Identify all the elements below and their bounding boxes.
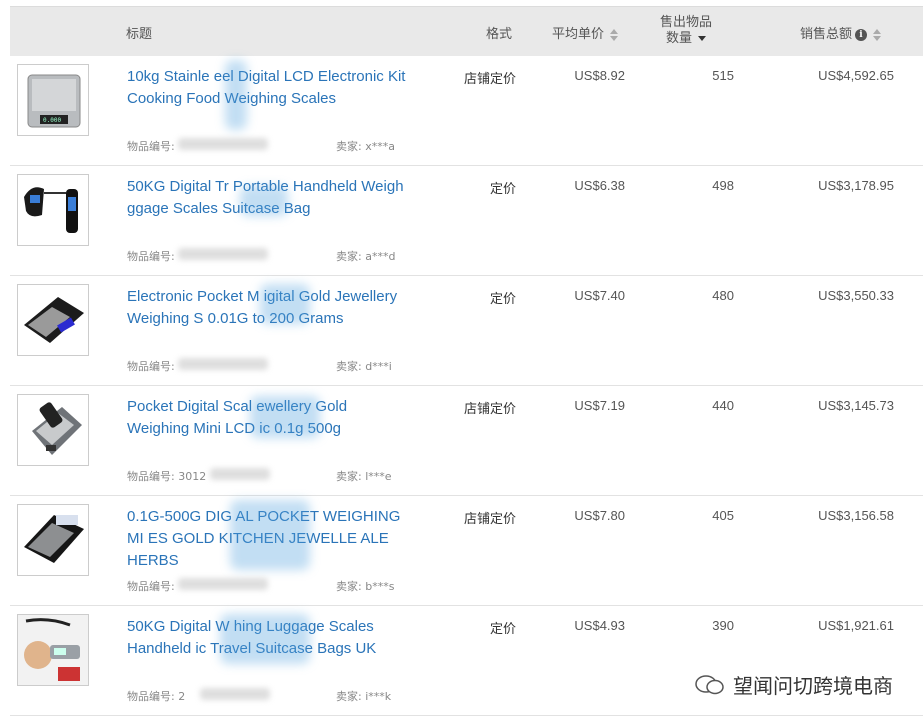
item-number-prefix: 物品编号: <box>127 470 175 483</box>
avg-price-value: US$7.80 <box>574 508 625 523</box>
item-number-value: 2 <box>178 690 186 703</box>
mini-scale-image[interactable] <box>17 394 89 466</box>
seller-label: 卖家: <box>336 140 362 153</box>
seller-info: 卖家: d***i <box>336 358 392 374</box>
table-row: Pocket Digital Scal ewellery Gold Weighi… <box>10 386 923 496</box>
format-value: 定价 <box>489 182 516 197</box>
seller-label: 卖家: <box>336 690 362 703</box>
format-value: 店铺定价 <box>463 402 516 417</box>
total-sales-value: US$3,178.95 <box>818 178 894 193</box>
travel-scale-image[interactable] <box>17 614 89 686</box>
col-header-sold-line2: 数量 <box>666 31 693 46</box>
item-number-label: 物品编号: 2 <box>127 688 185 704</box>
pocket-scale-image[interactable] <box>17 284 89 356</box>
svg-text:0.000: 0.000 <box>43 117 61 124</box>
avg-price-value: US$7.19 <box>574 398 625 413</box>
col-header-sold[interactable]: 售出物品 数量 <box>660 15 712 47</box>
sort-icon[interactable] <box>610 28 619 41</box>
table-row: 0.1G-500G DIG AL POCKET WEIGHING MI ES G… <box>10 496 923 606</box>
seller-label: 卖家: <box>336 580 362 593</box>
table-row: 50KG Digital Tr Portable Handheld Weigh … <box>10 166 923 276</box>
seller-name: x***a <box>365 140 395 153</box>
total-sales-value: US$3,550.33 <box>818 288 894 303</box>
sold-qty-value: 390 <box>712 618 734 633</box>
seller-info: 卖家: a***d <box>336 248 395 264</box>
col-header-avg-price-label: 平均单价 <box>552 27 605 42</box>
format-value: 定价 <box>489 622 516 637</box>
seller-info: 卖家: b***s <box>336 578 394 594</box>
avg-price-value: US$4.93 <box>574 618 625 633</box>
watermark: 望闻问切跨境电商 <box>695 670 893 699</box>
item-number-label: 物品编号: <box>127 250 175 263</box>
info-icon[interactable]: i <box>855 28 868 41</box>
seller-name: l***e <box>365 470 392 483</box>
col-header-total-label: 销售总额 <box>800 27 853 42</box>
table-row: 0.000 10kg Stainle eel Digital LCD Elect… <box>10 56 923 166</box>
sold-qty-value: 480 <box>712 288 734 303</box>
total-sales-value: US$3,145.73 <box>818 398 894 413</box>
item-number-label: 物品编号: 3012 <box>127 468 206 484</box>
sold-qty-value: 515 <box>712 68 734 83</box>
item-number-label: 物品编号: <box>127 580 175 593</box>
item-number-prefix: 物品编号: <box>127 690 175 703</box>
sort-icon[interactable] <box>873 28 882 41</box>
avg-price-value: US$7.40 <box>574 288 625 303</box>
wechat-icon <box>695 674 725 696</box>
seller-name: a***d <box>365 250 396 263</box>
kitchen-scale-image[interactable]: 0.000 <box>17 64 89 136</box>
seller-label: 卖家: <box>336 360 362 373</box>
format-value: 店铺定价 <box>463 512 516 527</box>
digital-pocket-scale-image[interactable] <box>17 504 89 576</box>
total-sales-value: US$4,592.65 <box>818 68 894 83</box>
col-header-total[interactable]: 销售总额 i <box>800 23 882 42</box>
item-number-label: 物品编号: <box>127 360 175 373</box>
table-row: Electronic Pocket M igital Gold Jeweller… <box>10 276 923 386</box>
seller-name: d***i <box>365 360 392 373</box>
item-number-label: 物品编号: <box>127 140 175 153</box>
item-number-value: 3012 <box>178 470 207 483</box>
col-header-avg-price[interactable]: 平均单价 <box>552 23 619 42</box>
avg-price-value: US$8.92 <box>574 68 625 83</box>
avg-price-value: US$6.38 <box>574 178 625 193</box>
luggage-scale-image[interactable] <box>17 174 89 246</box>
seller-label: 卖家: <box>336 470 362 483</box>
col-header-title[interactable]: 标题 <box>126 23 152 42</box>
col-header-sold-line1: 售出物品 <box>660 15 713 30</box>
col-header-format[interactable]: 格式 <box>486 23 512 42</box>
seller-name: i***k <box>365 690 392 703</box>
watermark-text: 望闻问切跨境电商 <box>733 674 893 698</box>
seller-info: 卖家: i***k <box>336 688 391 704</box>
table-row: 50KG Digital W hing Luggage Scales Handh… <box>10 606 923 716</box>
seller-name: b***s <box>365 580 395 593</box>
seller-info: 卖家: l***e <box>336 468 392 484</box>
format-value: 店铺定价 <box>463 72 516 87</box>
total-sales-value: US$3,156.58 <box>818 508 894 523</box>
total-sales-value: US$1,921.61 <box>818 618 894 633</box>
item-title-link[interactable]: 10kg Stainle eel Digital LCD Electronic … <box>127 66 407 110</box>
sort-desc-icon[interactable] <box>698 33 707 45</box>
sold-qty-value: 440 <box>712 398 734 413</box>
seller-label: 卖家: <box>336 250 362 263</box>
seller-info: 卖家: x***a <box>336 138 395 154</box>
sold-qty-value: 498 <box>712 178 734 193</box>
sold-qty-value: 405 <box>712 508 734 523</box>
format-value: 定价 <box>489 292 516 307</box>
table-header: 标题 格式 平均单价 售出物品 数量 销售总额 i <box>10 6 923 56</box>
